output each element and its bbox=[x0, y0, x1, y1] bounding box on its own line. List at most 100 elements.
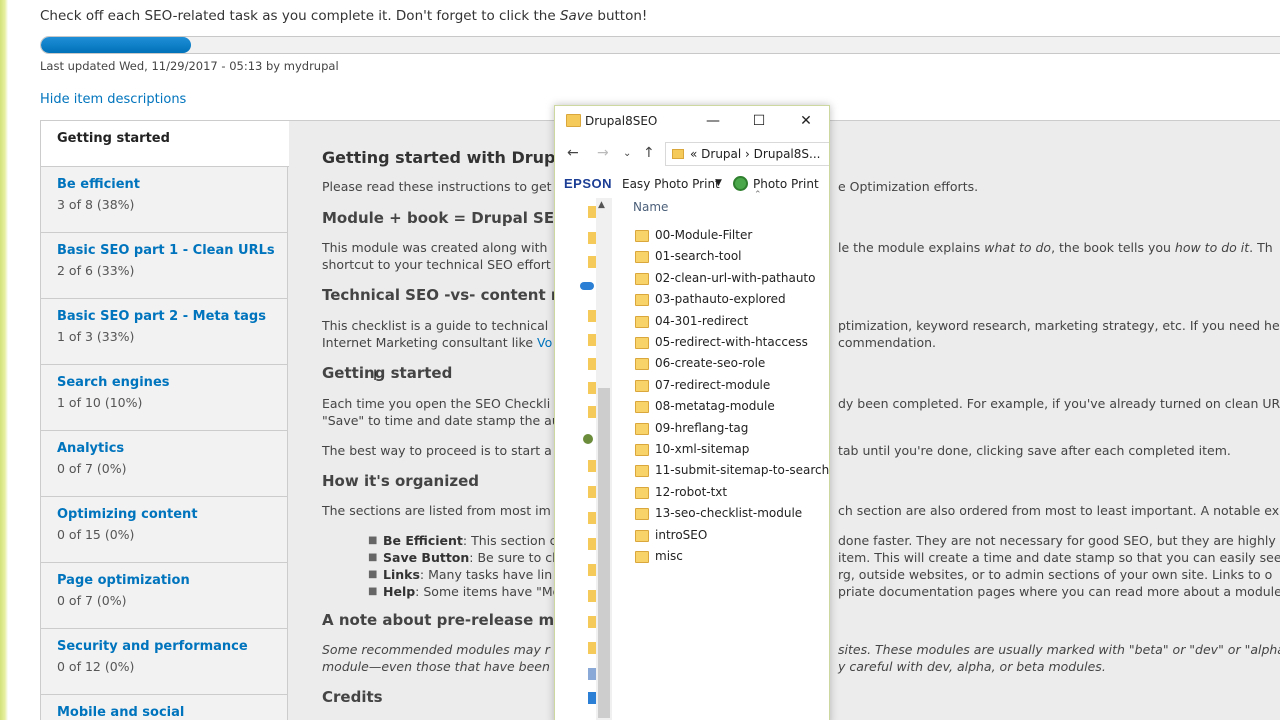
progress-bar bbox=[40, 36, 1280, 54]
sort-ascending-icon: ⌃ bbox=[754, 190, 762, 200]
bullet-dot: ■ bbox=[368, 586, 378, 597]
tab-title: Mobile and social bbox=[57, 705, 185, 720]
tab-title: Search engines bbox=[57, 375, 170, 390]
paragraph-module-left: This module was created along with bbox=[322, 240, 548, 255]
tab-title: Optimizing content bbox=[57, 507, 198, 522]
bullet-links-right: rg, outside websites, or to admin sectio… bbox=[838, 567, 1273, 582]
folder-icon[interactable] bbox=[588, 538, 596, 550]
folder-icon[interactable] bbox=[588, 232, 596, 244]
folder-icon[interactable] bbox=[588, 460, 596, 472]
recent-locations-chevron-icon[interactable]: ⌄ bbox=[623, 148, 631, 159]
consultant-link[interactable]: Vo bbox=[537, 335, 552, 350]
folder-name: 06-create-seo-role bbox=[655, 356, 766, 370]
folder-icon bbox=[635, 294, 649, 306]
heading-prerelease: A note about pre-release mod bbox=[322, 611, 576, 629]
heading-organized: How it's organized bbox=[322, 472, 480, 490]
folder-icon bbox=[635, 380, 649, 392]
paragraph-tech-line2: Internet Marketing consultant like Vo bbox=[322, 335, 553, 350]
tab-title: Basic SEO part 1 - Clean URLs bbox=[57, 243, 275, 258]
epson-logo: EPSON bbox=[564, 176, 613, 191]
tab-title: Analytics bbox=[57, 441, 125, 456]
folder-name: 03-pathauto-explored bbox=[655, 292, 786, 306]
folder-icon[interactable] bbox=[588, 334, 596, 346]
paragraph-prerelease-line2: module—even those that have been bbox=[322, 659, 550, 674]
folder-icon bbox=[635, 551, 649, 563]
folder-icon bbox=[635, 230, 649, 242]
folder-name: 05-redirect-with-htaccess bbox=[655, 335, 808, 349]
tab-be-efficient[interactable]: Be efficient 3 of 8 (38%) bbox=[41, 167, 287, 233]
folder-icon bbox=[635, 530, 649, 542]
folder-icon[interactable] bbox=[588, 642, 596, 654]
folder-icon bbox=[566, 114, 581, 127]
folder-icon[interactable] bbox=[588, 590, 596, 602]
photo-print-button[interactable]: Photo Print bbox=[753, 177, 819, 191]
close-button[interactable]: ✕ bbox=[794, 110, 818, 134]
scroll-thumb[interactable] bbox=[598, 388, 610, 718]
folder-icon bbox=[635, 316, 649, 328]
explorer-titlebar[interactable]: Drupal8SEO — ☐ ✕ bbox=[555, 106, 829, 138]
folder-name: 12-robot-txt bbox=[655, 485, 728, 499]
onedrive-icon[interactable] bbox=[580, 282, 594, 290]
folder-icon[interactable] bbox=[588, 564, 596, 576]
paragraph-best-right: tab until you're done, clicking save aft… bbox=[838, 443, 1231, 458]
paragraph-organized-left: The sections are listed from most im bbox=[322, 503, 551, 518]
nav-scrollbar[interactable]: ▲ bbox=[596, 198, 612, 720]
column-header-name[interactable]: Name bbox=[633, 200, 668, 214]
tab-progress: 1 of 3 (33%) bbox=[57, 329, 135, 344]
paragraph-prerelease-line2-right: y careful with dev, alpha, or beta modul… bbox=[838, 659, 1106, 674]
last-updated: Last updated Wed, 11/29/2017 - 05:13 by … bbox=[40, 59, 339, 73]
minimize-button[interactable]: — bbox=[701, 110, 725, 134]
dropdown-arrow-icon[interactable]: ▼ bbox=[715, 178, 722, 188]
tab-meta-tags[interactable]: Basic SEO part 2 - Meta tags 1 of 3 (33%… bbox=[41, 299, 287, 365]
easy-photo-print-button[interactable]: Easy Photo Print bbox=[622, 177, 720, 191]
tab-mobile-social[interactable]: Mobile and social bbox=[41, 695, 287, 720]
tab-title: Getting started bbox=[57, 131, 170, 146]
tab-analytics[interactable]: Analytics 0 of 7 (0%) bbox=[41, 431, 287, 497]
up-arrow-icon[interactable]: ↑ bbox=[643, 145, 655, 161]
user-icon[interactable] bbox=[583, 434, 593, 444]
explorer-title: Drupal8SEO bbox=[585, 114, 658, 128]
folder-icon[interactable] bbox=[588, 310, 596, 322]
back-arrow-icon[interactable]: ← bbox=[567, 145, 579, 161]
folder-name: 11-submit-sitemap-to-searchEngines bbox=[655, 463, 830, 477]
folder-icon bbox=[635, 337, 649, 349]
bullet-links: Links: Many tasks have lin bbox=[383, 567, 553, 582]
scroll-up-icon[interactable]: ▲ bbox=[598, 200, 605, 210]
forward-arrow-icon[interactable]: → bbox=[597, 145, 609, 161]
paragraph-tech-line2-right: commendation. bbox=[838, 335, 936, 350]
paragraph-getting-line2: "Save" to time and date stamp the au bbox=[322, 413, 560, 428]
hide-descriptions-link[interactable]: Hide item descriptions bbox=[40, 92, 186, 107]
tab-clean-urls[interactable]: Basic SEO part 1 - Clean URLs 2 of 6 (33… bbox=[41, 233, 287, 299]
bullet-help-right: priate documentation pages where you can… bbox=[838, 584, 1280, 599]
folder-icon bbox=[672, 149, 684, 159]
folder-icon[interactable] bbox=[588, 358, 596, 370]
tab-progress: 0 of 7 (0%) bbox=[57, 461, 127, 476]
tab-search-engines[interactable]: Search engines 1 of 10 (10%) bbox=[41, 365, 287, 431]
tab-progress: 2 of 6 (33%) bbox=[57, 263, 135, 278]
paragraph-read-right: e Optimization efforts. bbox=[838, 179, 979, 194]
tab-optimizing-content[interactable]: Optimizing content 0 of 15 (0%) bbox=[41, 497, 287, 563]
folder-icon bbox=[635, 423, 649, 435]
folder-icon[interactable] bbox=[588, 512, 596, 524]
folder-icon[interactable] bbox=[588, 616, 596, 628]
explorer-navbar: ← → ⌄ ↑ « Drupal › Drupal8S... bbox=[555, 140, 829, 170]
drive-icon[interactable] bbox=[588, 692, 596, 704]
drive-icon[interactable] bbox=[588, 668, 596, 680]
tab-getting-started[interactable]: Getting started bbox=[41, 121, 289, 167]
folder-icon[interactable] bbox=[588, 256, 596, 268]
paragraph-tech-right: ptimization, keyword research, marketing… bbox=[838, 318, 1280, 333]
paragraph-prerelease-right: sites. These modules are usually marked … bbox=[838, 642, 1280, 657]
address-bar[interactable]: « Drupal › Drupal8S... bbox=[665, 142, 829, 166]
folder-icon[interactable] bbox=[588, 486, 596, 498]
folder-icon bbox=[635, 444, 649, 456]
paragraph-module-right: le the module explains what to do, the b… bbox=[838, 240, 1273, 255]
tab-title: Be efficient bbox=[57, 177, 141, 192]
folder-icon[interactable] bbox=[588, 382, 596, 394]
maximize-button[interactable]: ☐ bbox=[747, 110, 771, 134]
text-cursor-icon: I bbox=[373, 368, 378, 384]
tab-page-optimization[interactable]: Page optimization 0 of 7 (0%) bbox=[41, 563, 287, 629]
folder-icon[interactable] bbox=[588, 206, 596, 218]
folder-icon[interactable] bbox=[588, 406, 596, 418]
tab-security-performance[interactable]: Security and performance 0 of 12 (0%) bbox=[41, 629, 287, 695]
folder-name: 01-search-tool bbox=[655, 249, 742, 263]
